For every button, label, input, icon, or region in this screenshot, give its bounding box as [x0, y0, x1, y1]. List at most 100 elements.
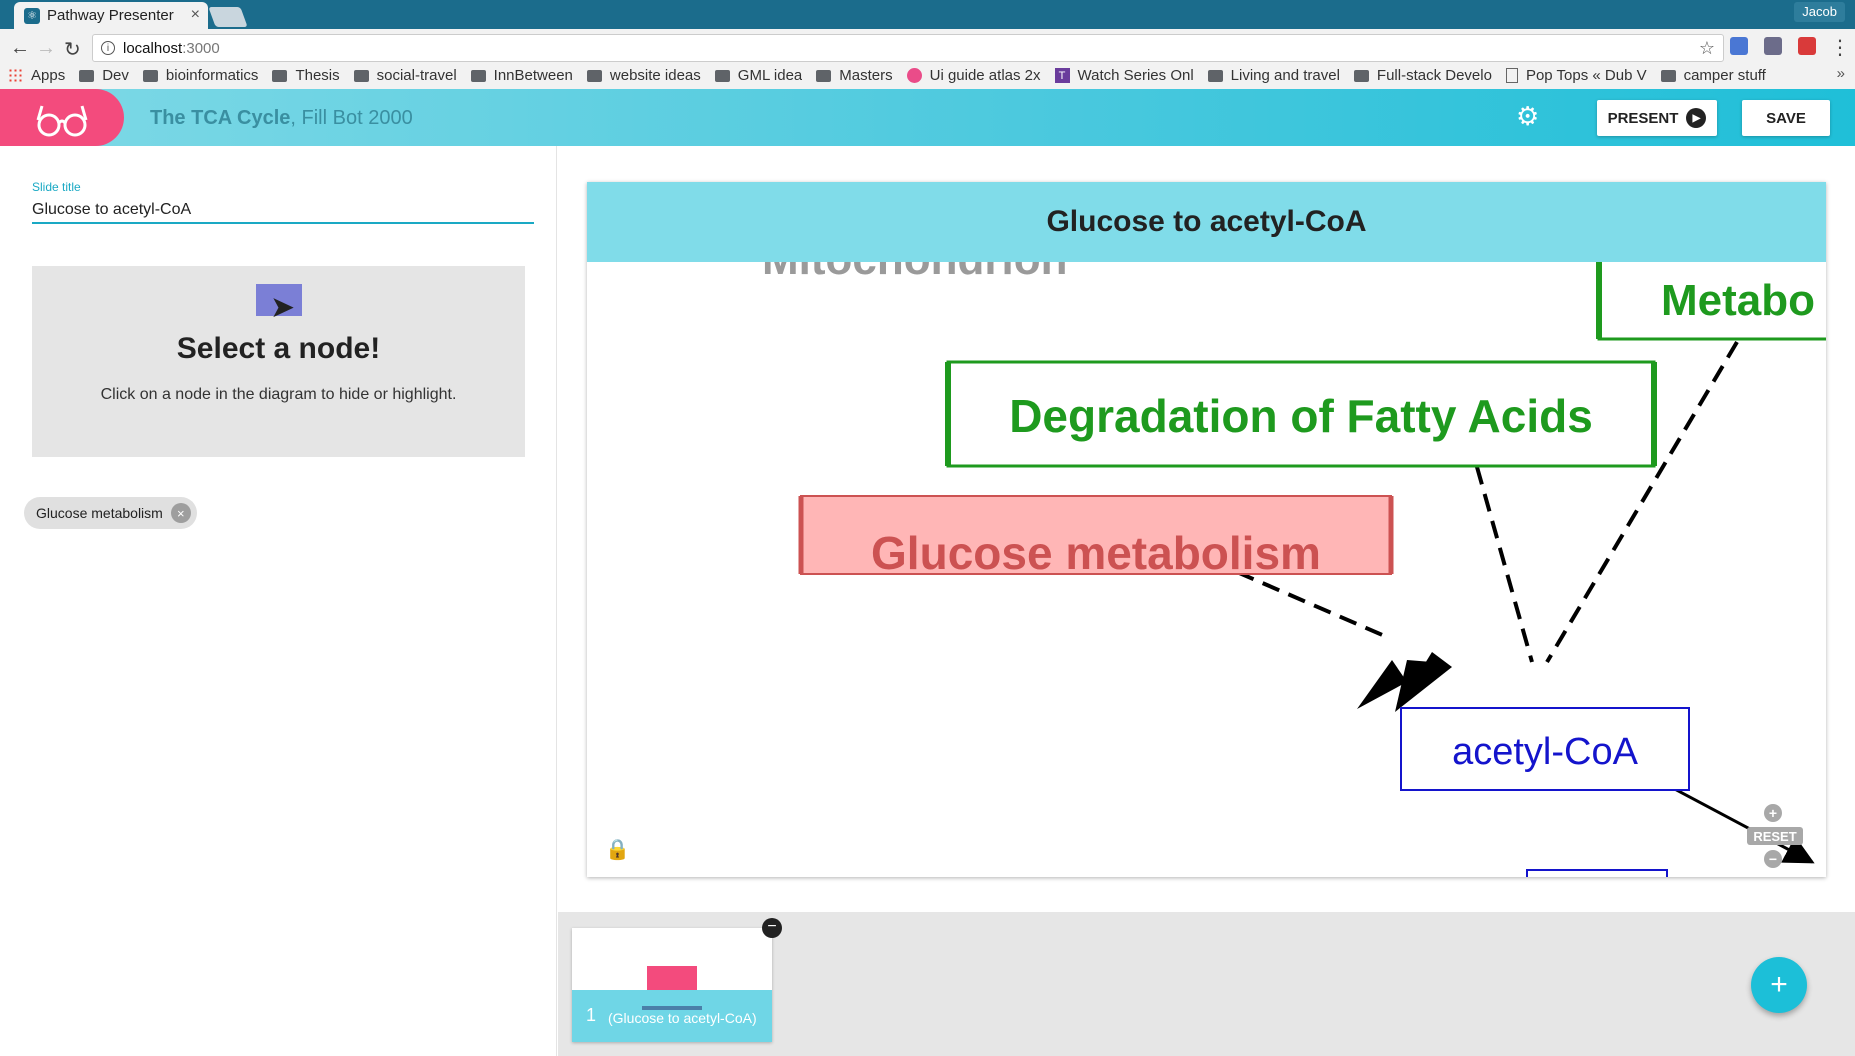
bookmarks-overflow-icon[interactable]: » — [1837, 65, 1845, 82]
folder-icon — [1660, 69, 1676, 82]
folder-icon — [79, 69, 95, 82]
grid-icon — [1353, 69, 1369, 82]
react-favicon-icon: ⚛ — [24, 7, 40, 24]
folder-icon — [586, 69, 602, 82]
forward-arrow-icon[interactable]: → — [36, 37, 56, 60]
tab-title: Pathway Presenter — [47, 7, 174, 24]
browser-tab[interactable]: ⚛ Pathway Presenter × — [14, 2, 208, 29]
slide-label: (Glucose to acetyl-CoA) — [608, 1010, 757, 1026]
back-arrow-icon[interactable]: ← — [10, 37, 30, 60]
bookmarks-bar: Apps Dev bioinformatics Thesis social-travel… — [0, 62, 1855, 89]
bookmark-item[interactable]: Dev — [79, 67, 129, 84]
browser-tab-bar: ⚛ Pathway Presenter × Jacob — [0, 0, 1855, 29]
folder-icon — [714, 69, 730, 82]
slide-editor-panel: Slide title ➤ Select a node! Click on a … — [0, 146, 557, 1056]
chip-label: Glucose metabolism — [36, 505, 163, 521]
bookmark-item[interactable]: Full-stack Develo — [1353, 67, 1492, 84]
folder-icon — [353, 69, 369, 82]
select-node-title: Select a node! — [176, 332, 381, 365]
profile-button[interactable]: Jacob — [1794, 2, 1845, 22]
present-button[interactable]: PRESENT ▶ — [1597, 100, 1717, 136]
bookmark-label: Thesis — [295, 67, 340, 84]
app-header: The TCA Cycle, Fill Bot 2000 ⚙ PRESENT ▶… — [0, 89, 1855, 146]
settings-gear-icon[interactable]: ⚙ — [1516, 103, 1542, 129]
edge-fattyacids-acetylcoa[interactable] — [1475, 466, 1534, 663]
play-circle-icon: ▶ — [1686, 108, 1707, 128]
t-icon: T — [1054, 68, 1070, 83]
add-slide-button[interactable]: + — [1751, 957, 1807, 1013]
bookmark-label: camper stuff — [1683, 67, 1766, 84]
bookmark-item[interactable]: Pop Tops « Dub V — [1505, 67, 1647, 84]
bookmark-item[interactable]: InnBetween — [470, 67, 573, 84]
node-glucose-label: Glucose metabolism — [871, 527, 1321, 579]
bookmark-item[interactable]: Thesis — [272, 67, 340, 84]
zoom-in-icon[interactable]: + — [1764, 804, 1782, 822]
apps-icon — [8, 68, 23, 83]
folder-icon — [142, 69, 158, 82]
new-tab-button[interactable] — [208, 7, 248, 27]
bookmark-item[interactable]: camper stuff — [1660, 67, 1766, 84]
bookmark-item[interactable]: website ideas — [586, 67, 701, 84]
lastpass-extension-icon[interactable] — [1798, 37, 1816, 55]
bookmark-item[interactable]: Living and travel — [1207, 67, 1340, 84]
node-acetyl-coa-label: acetyl-CoA — [1452, 731, 1638, 773]
cursor-click-icon: ➤ — [256, 284, 302, 323]
translate-extension-icon[interactable] — [1730, 37, 1748, 55]
bookmark-label: GML idea — [737, 67, 803, 84]
presentation-title-rest: , Fill Bot 2000 — [290, 107, 413, 129]
folder-icon — [470, 69, 486, 82]
presentation-title: The TCA Cycle, Fill Bot 2000 — [150, 107, 413, 130]
tab-close-icon[interactable]: × — [191, 6, 200, 24]
slide-number: 1 — [586, 1005, 597, 1025]
present-label: PRESENT — [1607, 109, 1679, 127]
bookmark-item[interactable]: Apps — [8, 67, 65, 84]
remove-slide-icon[interactable]: − — [762, 918, 782, 938]
url-port: :3000 — [182, 39, 220, 57]
reload-icon[interactable]: ↻ — [64, 37, 81, 62]
highlighted-node-chip[interactable]: Glucose metabolism × — [24, 497, 197, 529]
bookmark-label: Pop Tops « Dub V — [1525, 67, 1647, 84]
bookmark-label: Living and travel — [1230, 67, 1340, 84]
folder-icon — [272, 69, 288, 82]
bookmark-label: Masters — [839, 67, 893, 84]
chip-remove-icon[interactable]: × — [170, 503, 191, 523]
slide-strip: 1 (Glucose to acetyl-CoA) − + — [558, 912, 1855, 1056]
url-host: localhost — [123, 39, 183, 57]
folder-icon — [816, 69, 832, 82]
bookmark-star-icon[interactable]: ☆ — [1699, 38, 1715, 59]
edge-glucose-acetylcoa[interactable] — [1236, 570, 1388, 639]
address-bar[interactable]: i localhost:3000 ☆ — [92, 34, 1724, 62]
bookmark-item[interactable]: Ui guide atlas 2x — [906, 67, 1041, 84]
zoom-reset-button[interactable]: RESET — [1747, 827, 1803, 845]
colorpicker-extension-icon[interactable] — [1764, 37, 1782, 55]
doc-icon — [1505, 68, 1518, 83]
bookmark-label: Full-stack Develo — [1376, 67, 1492, 84]
bookmark-label: Dev — [102, 67, 129, 84]
pathway-diagram-svg: Mitochondrion Metabo Degradation of Fatt… — [762, 235, 1826, 877]
bookmark-item[interactable]: bioinformatics — [142, 67, 258, 84]
dribbble-icon — [906, 68, 922, 83]
bookmark-item[interactable]: social-travel — [353, 67, 457, 84]
pathway-diagram[interactable]: Mitochondrion Metabo Degradation of Fatt… — [587, 182, 1826, 877]
bookmark-label: InnBetween — [493, 67, 573, 84]
glasses-logo-icon[interactable] — [0, 89, 124, 146]
slide-header: Glucose to acetyl-CoA — [587, 182, 1826, 262]
slide-thumbnail[interactable]: 1 (Glucose to acetyl-CoA) — [572, 928, 772, 1042]
bookmark-label: Ui guide atlas 2x — [929, 67, 1041, 84]
bookmark-label: website ideas — [609, 67, 701, 84]
menu-kebab-icon[interactable]: ⋮ — [1830, 35, 1850, 60]
node-fatty-acids-label: Degradation of Fatty Acids — [1009, 390, 1593, 442]
presentation-title-bold: The TCA Cycle — [150, 107, 291, 129]
node-metabolism-label: Metabo — [1661, 276, 1815, 325]
bookmark-item[interactable]: T Watch Series Onl — [1054, 67, 1194, 84]
node-partial-bottom[interactable] — [1526, 869, 1668, 877]
bookmark-label: Apps — [31, 67, 66, 84]
slide-title-input[interactable] — [32, 198, 534, 224]
bookmark-label: Watch Series Onl — [1077, 67, 1194, 84]
info-icon[interactable]: i — [101, 41, 115, 55]
save-button[interactable]: SAVE — [1742, 100, 1830, 136]
zoom-out-icon[interactable]: − — [1764, 850, 1782, 868]
bookmark-item[interactable]: Masters — [816, 67, 893, 84]
bookmark-item[interactable]: GML idea — [714, 67, 803, 84]
lock-icon[interactable]: 🔒 — [605, 837, 630, 862]
